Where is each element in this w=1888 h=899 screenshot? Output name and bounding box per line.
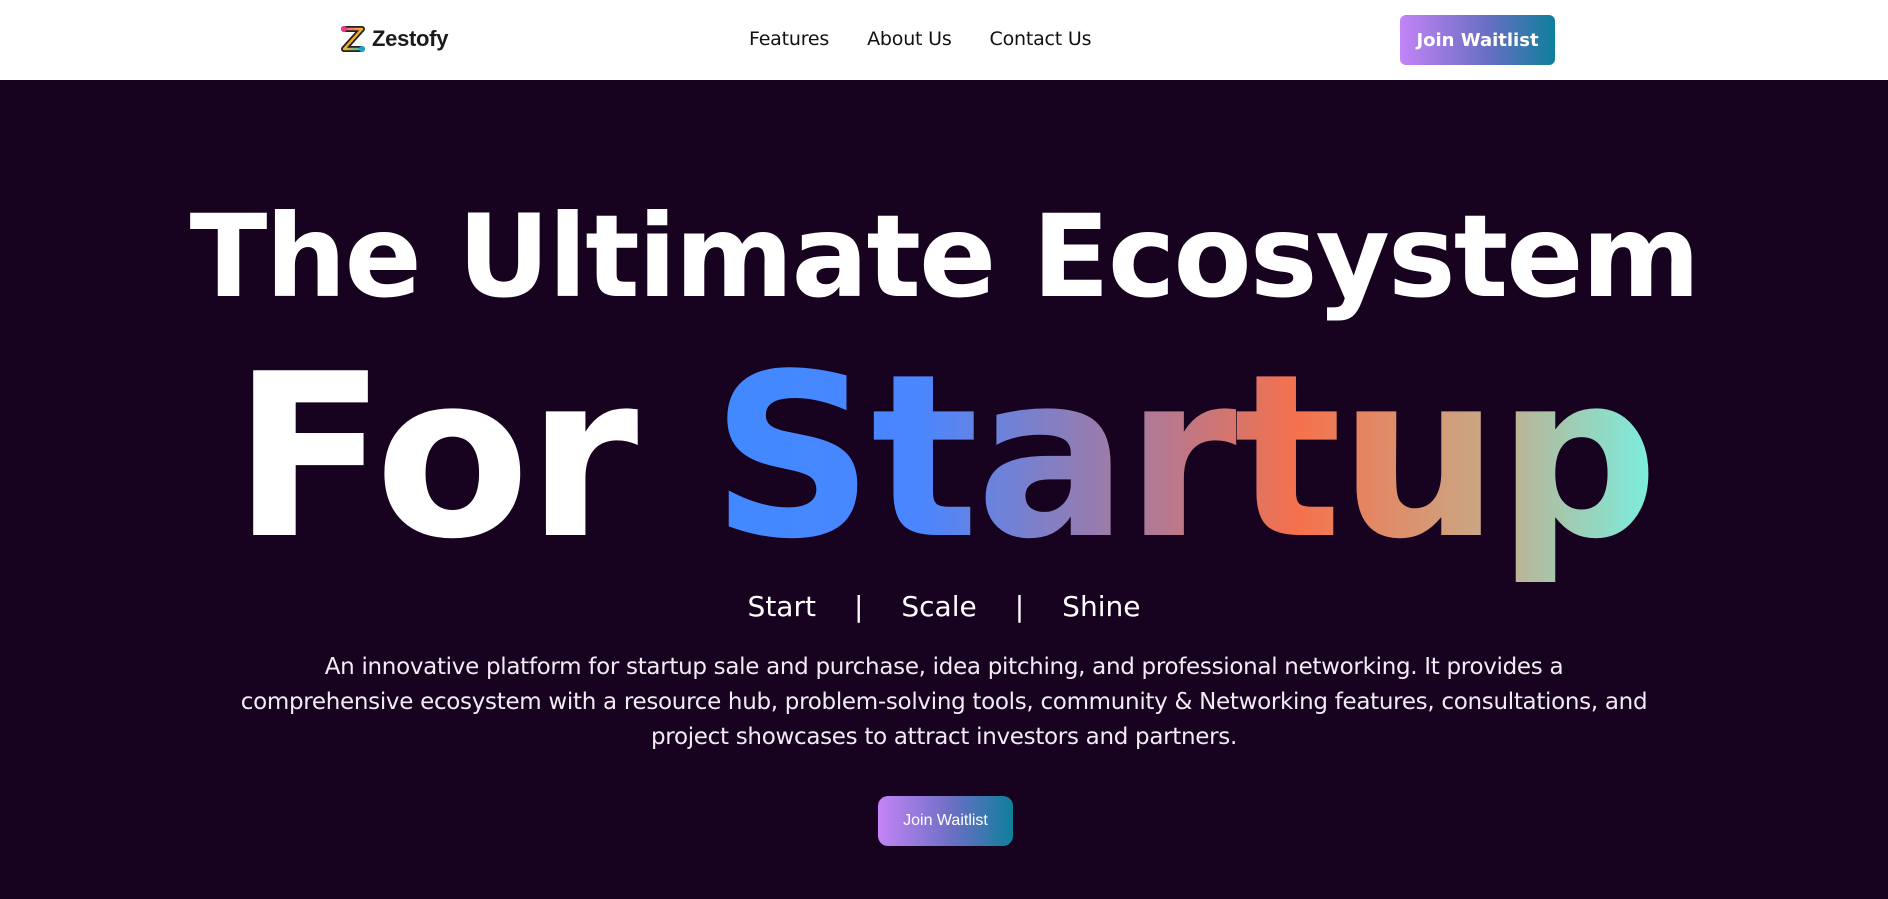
hero-join-waitlist-button[interactable]: Join Waitlist xyxy=(878,796,1013,846)
tagline-separator: | xyxy=(1014,590,1025,623)
hero-title-line1: The Ultimate Ecosystem xyxy=(189,190,1701,323)
tagline-start: Start xyxy=(747,590,816,623)
nav-link-about-us[interactable]: About Us xyxy=(867,28,952,50)
nav-links: Features About Us Contact Us xyxy=(749,28,1129,50)
nav-join-waitlist-button[interactable]: Join Waitlist xyxy=(1400,15,1555,65)
zestofy-logo-icon xyxy=(341,26,365,52)
brand-name: Zestofy xyxy=(372,26,449,51)
brand-logo[interactable]: Zestofy xyxy=(336,22,448,56)
top-navbar: Zestofy Features About Us Contact Us Joi… xyxy=(0,0,1888,80)
nav-link-features[interactable]: Features xyxy=(749,28,829,50)
hero-description: An innovative platform for startup sale … xyxy=(240,654,1648,750)
nav-link-contact-us[interactable]: Contact Us xyxy=(990,28,1092,50)
hero-tagline: Start | Scale | Shine xyxy=(0,590,1888,623)
hero-title-startup: Startup xyxy=(711,326,1658,589)
hero-section: The Ultimate Ecosystem For Startup Start… xyxy=(0,80,1888,899)
tagline-shine: Shine xyxy=(1062,590,1141,623)
tagline-scale: Scale xyxy=(901,590,977,623)
hero-title-line2: For Startup xyxy=(0,345,1888,571)
tagline-separator: | xyxy=(853,590,864,623)
hero-title-for: For xyxy=(232,326,712,589)
